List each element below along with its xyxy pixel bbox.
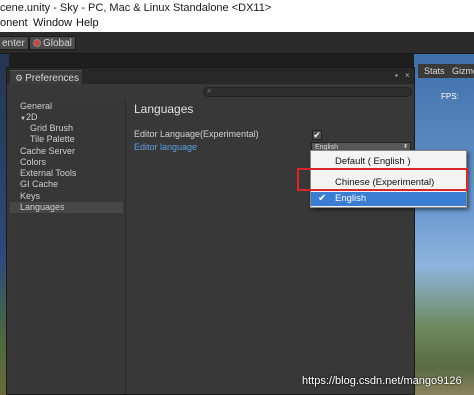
pivot-center-button[interactable]: enter — [0, 36, 29, 50]
preferences-tab[interactable]: ⚙ Preferences — [10, 70, 82, 84]
sidebar-item-external-tools[interactable]: External Tools — [20, 168, 76, 179]
window-title: cene.unity - Sky - PC, Mac & Linux Stand… — [0, 0, 474, 16]
preferences-window: ⚙ Preferences ▪ × ⌕ General ▼2D Grid Brus… — [6, 67, 415, 395]
sidebar-item-gi-cache[interactable]: GI Cache — [20, 179, 58, 190]
menu-component[interactable]: onent — [0, 16, 28, 31]
menu-icon[interactable]: ▪ — [395, 71, 398, 80]
sidebar-item-2d-label: 2D — [25, 112, 38, 122]
dropdown-item-default-english[interactable]: Default ( English ) — [311, 155, 466, 169]
globe-icon — [33, 39, 41, 47]
sidebar-item-grid-brush[interactable]: Grid Brush — [30, 123, 73, 134]
menu-window[interactable]: Window — [33, 16, 72, 31]
dropdown-item-english[interactable]: ✔ English — [311, 192, 466, 206]
gear-icon: ⚙ — [15, 73, 24, 83]
page-title: Languages — [134, 102, 194, 116]
gizmos-button[interactable]: Gizmo — [452, 64, 474, 78]
scene-view[interactable] — [414, 54, 474, 395]
editor-language-experimental-label: Editor Language(Experimental) — [134, 129, 259, 139]
global-button[interactable]: Global — [29, 36, 76, 50]
check-icon: ✔ — [313, 130, 321, 140]
preferences-tab-title: Preferences — [25, 73, 79, 84]
editor-language-label: Editor language — [134, 142, 198, 152]
global-label: Global — [43, 38, 72, 49]
search-icon: ⌕ — [207, 86, 212, 95]
highlight-annotation — [297, 168, 468, 191]
menu-bar: onent Window Help — [0, 16, 474, 32]
checkmark-icon: ✔ — [318, 193, 327, 204]
sidebar-item-tile-palette[interactable]: Tile Palette — [30, 134, 75, 145]
sidebar-item-general[interactable]: General — [20, 101, 52, 112]
preferences-sidebar: General ▼2D Grid Brush Tile Palette Cach… — [10, 99, 125, 394]
close-icon[interactable]: × — [405, 71, 410, 80]
preferences-header: ⚙ Preferences ▪ × — [7, 68, 414, 84]
watermark: https://blog.csdn.net/mango9126 — [302, 375, 462, 387]
editor-language-experimental-checkbox[interactable]: ✔ — [312, 130, 322, 140]
sidebar-item-cache-server[interactable]: Cache Server — [20, 146, 75, 157]
stats-button[interactable]: Stats — [424, 64, 445, 78]
preferences-search-input[interactable]: ⌕ — [203, 86, 412, 97]
sidebar-item-languages[interactable]: Languages — [10, 202, 123, 213]
fps-label: FPS: — [441, 92, 459, 101]
sidebar-item-keys[interactable]: Keys — [20, 191, 40, 202]
main-toolbar: enter Global — [0, 32, 474, 54]
menu-help[interactable]: Help — [76, 16, 99, 31]
sidebar-divider — [125, 99, 126, 394]
scene-toolbar: Stats Gizmo — [418, 64, 474, 78]
dropdown-item-english-label: English — [335, 193, 367, 204]
sidebar-item-colors[interactable]: Colors — [20, 157, 46, 168]
